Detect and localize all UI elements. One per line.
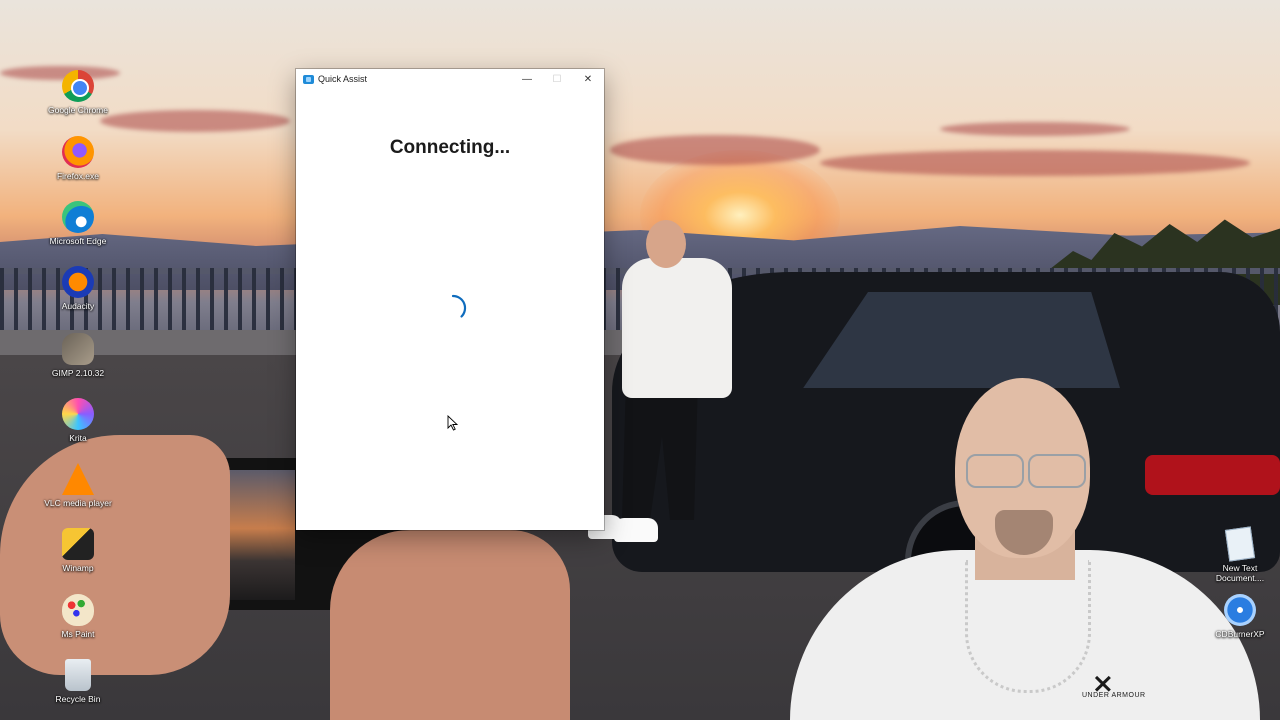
loading-spinner-icon bbox=[451, 294, 467, 318]
quick-assist-window[interactable]: Quick Assist — ☐ ✕ Connecting... bbox=[296, 69, 604, 530]
desktop-icon-label: Microsoft Edge bbox=[49, 236, 107, 246]
wallpaper-person-shoe bbox=[614, 518, 658, 542]
desktop-icon-krita[interactable]: Krita bbox=[43, 398, 113, 443]
winamp-icon bbox=[62, 528, 94, 560]
minimize-button[interactable]: — bbox=[512, 69, 542, 89]
desktop-icon-firefox[interactable]: Firefox.exe bbox=[43, 136, 113, 181]
gimp-icon bbox=[62, 333, 94, 365]
minimize-icon: — bbox=[522, 73, 532, 85]
edge-icon bbox=[62, 201, 94, 233]
desktop-icon-label: New Text Document.... bbox=[1215, 563, 1265, 583]
desktop-icon-new-text-document[interactable]: New Text Document.... bbox=[1205, 526, 1275, 583]
desktop-icon-chrome[interactable]: Google Chrome bbox=[43, 70, 113, 115]
desktop-icon-label: Recycle Bin bbox=[55, 694, 101, 704]
connection-status-heading: Connecting... bbox=[389, 137, 511, 158]
wallpaper-hand-right bbox=[330, 530, 570, 720]
desktop-icon-edge[interactable]: Microsoft Edge bbox=[43, 201, 113, 246]
desktop-icon-label: Krita bbox=[69, 433, 87, 443]
desktop-icon-label: GIMP 2.10.32 bbox=[51, 368, 105, 378]
wallpaper-cloud bbox=[100, 110, 290, 132]
vlc-icon bbox=[62, 463, 94, 495]
desktop-icon-label: Ms Paint bbox=[61, 629, 95, 639]
wallpaper-person-body bbox=[622, 258, 732, 398]
mouse-cursor-icon bbox=[447, 415, 459, 431]
desktop-icon-label: Google Chrome bbox=[47, 105, 108, 115]
close-icon: ✕ bbox=[583, 73, 593, 85]
desktop-icon-winamp[interactable]: Winamp bbox=[43, 528, 113, 573]
desktop-icon-label: Audacity bbox=[61, 301, 95, 311]
under-armour-logo-text: UNDER ARMOUR bbox=[1082, 692, 1146, 699]
wallpaper-car-taillight bbox=[1145, 455, 1280, 495]
webcam-person-glasses bbox=[958, 454, 1088, 488]
close-button[interactable]: ✕ bbox=[573, 69, 603, 89]
desktop-icon-vlc[interactable]: VLC media player bbox=[43, 463, 113, 508]
desktop-icon-recycle-bin[interactable]: Recycle Bin bbox=[43, 659, 113, 704]
paint-icon bbox=[62, 594, 94, 626]
window-title: Quick Assist bbox=[318, 74, 368, 84]
wallpaper-person-head bbox=[646, 220, 686, 268]
text-document-icon bbox=[1224, 526, 1256, 562]
chrome-icon bbox=[62, 70, 94, 102]
desktop-icon-label: CDBurnerXP bbox=[1215, 629, 1265, 639]
wallpaper-cloud bbox=[820, 150, 1250, 176]
quick-assist-app-icon bbox=[303, 74, 314, 84]
desktop-icon-audacity[interactable]: Audacity bbox=[43, 266, 113, 311]
desktop-icon-label: VLC media player bbox=[44, 498, 112, 508]
wallpaper-hand-left bbox=[0, 435, 230, 675]
firefox-icon bbox=[62, 136, 94, 168]
krita-icon bbox=[62, 398, 94, 430]
maximize-button: ☐ bbox=[542, 69, 572, 89]
wallpaper-cloud bbox=[610, 135, 820, 165]
cdburnerxp-icon bbox=[1224, 594, 1256, 626]
desktop-icon-gimp[interactable]: GIMP 2.10.32 bbox=[43, 333, 113, 378]
desktop-icon-label: Firefox.exe bbox=[56, 171, 100, 181]
desktop-icon-label: Winamp bbox=[62, 563, 94, 573]
webcam-person-chain bbox=[965, 560, 1091, 693]
desktop-icon-cdburnerxp[interactable]: CDBurnerXP bbox=[1205, 594, 1275, 639]
wallpaper-cloud bbox=[940, 122, 1130, 136]
desktop-icon-paint[interactable]: Ms Paint bbox=[43, 594, 113, 639]
recycle-bin-icon bbox=[65, 659, 91, 691]
audacity-icon bbox=[62, 266, 94, 298]
maximize-icon: ☐ bbox=[552, 73, 562, 85]
